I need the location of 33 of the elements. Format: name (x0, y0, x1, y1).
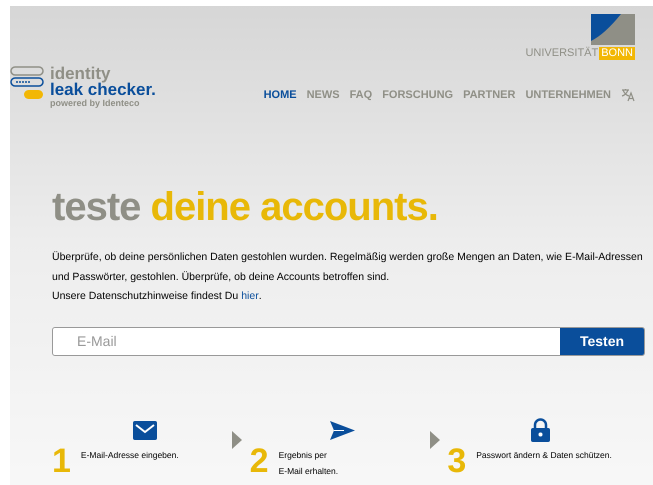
university-name: UNIVERSITÄT (525, 47, 600, 60)
brand-name: leak checker. (50, 82, 156, 98)
test-button[interactable]: Testen (560, 328, 644, 355)
chevron-icon (430, 431, 440, 449)
translate-icon[interactable] (621, 88, 635, 102)
privacy-link[interactable]: hier (241, 287, 259, 305)
chevron-icon (232, 431, 242, 449)
step-text: Passwort ändern & Daten schützen. (476, 449, 612, 462)
lock-icon (530, 418, 550, 442)
nav-link[interactable]: FORSCHUNG (382, 86, 454, 103)
brand-name: identity (50, 66, 110, 82)
nav-link[interactable]: PARTNER (463, 86, 516, 103)
university-logo-icon (591, 14, 635, 45)
step-text: E-Mail-Adresse eingeben. (80, 449, 179, 462)
privacy-text: Unsere Datenschutzhinweise findest Du (52, 289, 238, 304)
send-icon (330, 420, 356, 440)
logo-icon (10, 66, 44, 100)
headline: teste (52, 185, 140, 229)
step-number: 2 (250, 446, 269, 476)
headline: deine accounts. (150, 185, 438, 229)
nav-link[interactable]: FAQ (350, 86, 372, 103)
email-field[interactable]: E-Mail Testen (52, 327, 645, 356)
university-highlight: BONN (599, 47, 635, 60)
brand-tagline: powered by Identeco (50, 98, 141, 109)
step-number: 1 (52, 446, 71, 476)
nav-link[interactable]: UNTERNEHMEN (525, 86, 611, 103)
mail-icon (133, 420, 157, 440)
step-text: Ergebnis per E-Mail erhalten. (278, 449, 338, 478)
nav-link[interactable]: NEWS (306, 86, 340, 103)
privacy-text: . (258, 289, 262, 304)
nav-link[interactable]: HOME (264, 86, 297, 103)
step-number: 3 (447, 446, 466, 476)
intro-paragraph: Überprüfe, ob deine persönlichen Daten gestohlen wurden. Regelmäßig werden große Mengen an Daten, wie E-Mail-Adressen und Passwörter, gestohlen. Überprüfe, ob deine Accounts betroffen sind. (52, 250, 644, 285)
